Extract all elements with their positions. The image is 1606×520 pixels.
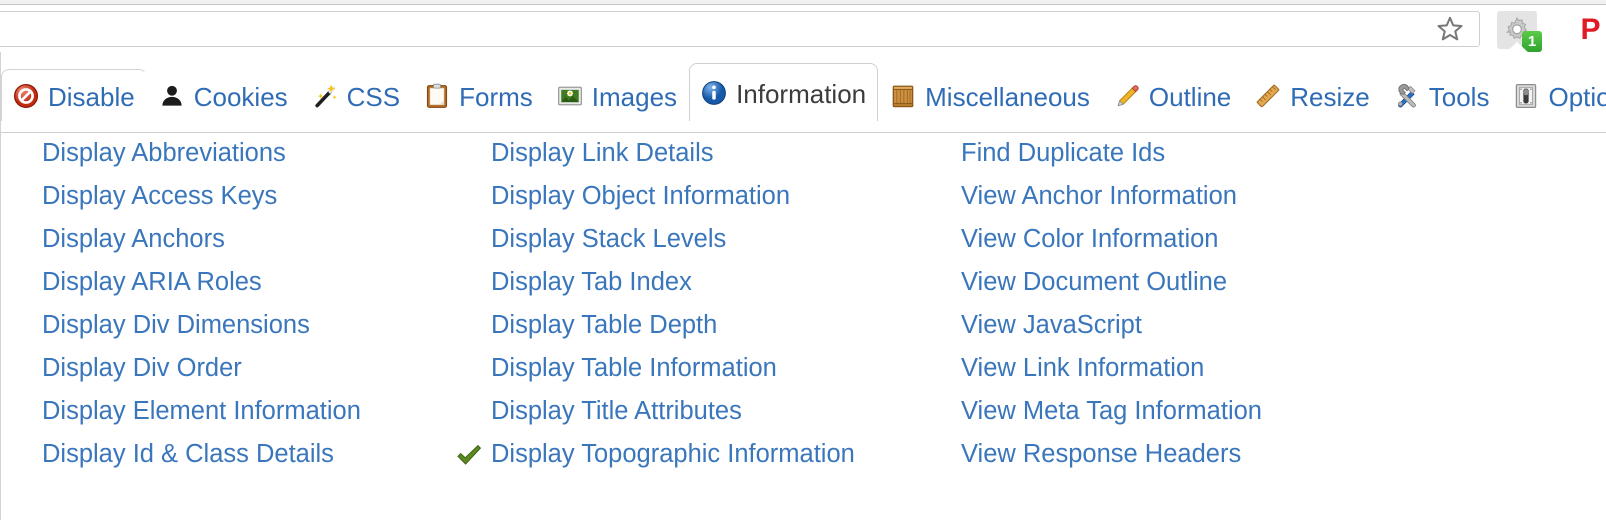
menu-item-link[interactable]: View Anchor Information <box>961 183 1237 210</box>
pdf-icon: P <box>1580 13 1600 46</box>
menu-columns: Display Abbreviations Display Access Keys… <box>1 132 1606 476</box>
tab-label: CSS <box>346 81 401 112</box>
menu-item-link[interactable]: Display Anchors <box>42 226 225 253</box>
menu-item-link[interactable]: Display Stack Levels <box>491 226 726 253</box>
menu-item-link[interactable]: Display Div Dimensions <box>42 312 310 339</box>
menu-column-2: Display Link Details Display Object Infor… <box>436 132 899 476</box>
menu-item-link[interactable]: Display ARIA Roles <box>42 269 262 296</box>
menu-item-link[interactable]: Display Title Attributes <box>491 398 742 425</box>
menu-item[interactable]: Display Anchors <box>42 218 436 261</box>
menu-item[interactable]: Display Element Information <box>42 390 436 433</box>
tab-miscellaneous[interactable]: Miscellaneous <box>878 69 1102 121</box>
menu-item[interactable]: Display Object Information <box>491 175 899 218</box>
menu-item-link[interactable]: Display Element Information <box>42 398 361 425</box>
crate-box-icon <box>889 82 917 110</box>
menu-item-link[interactable]: Display Table Information <box>491 355 777 382</box>
menu-item-link[interactable]: Display Table Depth <box>491 312 717 339</box>
star-bookmark-icon[interactable] <box>1435 14 1465 44</box>
address-bar[interactable] <box>0 11 1480 47</box>
tab-label: Information <box>736 78 867 109</box>
tab-disable[interactable]: Disable <box>1 69 147 121</box>
menu-item[interactable]: Display Link Details <box>491 132 899 175</box>
menu-item[interactable]: Display Title Attributes <box>491 390 899 433</box>
tab-label: Resize <box>1290 81 1370 112</box>
popup-pointer-tail <box>1504 42 1530 54</box>
menu-item-link[interactable]: Display Link Details <box>491 140 714 167</box>
tab-outline[interactable]: Outline <box>1102 69 1243 121</box>
menu-item[interactable]: View Response Headers <box>961 433 1499 476</box>
menu-item-link[interactable]: View Response Headers <box>961 441 1241 468</box>
menu-column-1: Display Abbreviations Display Access Keys… <box>1 132 436 476</box>
tab-label: Forms <box>459 81 533 112</box>
menu-item-link[interactable]: View Meta Tag Information <box>961 398 1262 425</box>
tab-label: Disable <box>48 81 135 112</box>
menu-item-link[interactable]: View Color Information <box>961 226 1218 253</box>
menu-item[interactable]: Display Div Dimensions <box>42 304 436 347</box>
menu-item[interactable]: View JavaScript <box>961 304 1499 347</box>
menu-item[interactable]: Display Table Depth <box>491 304 899 347</box>
info-circle-icon <box>700 79 728 107</box>
tab-label: Tools <box>1428 81 1490 112</box>
menu-item[interactable]: Display Stack Levels <box>491 218 899 261</box>
tab-options[interactable]: Options <box>1501 69 1606 121</box>
tab-label: Outline <box>1148 81 1232 112</box>
person-icon <box>158 82 186 110</box>
browser-window: 1 P Disable Cookies CSS Forms Images Informat… <box>0 0 1606 520</box>
picture-icon <box>556 82 584 110</box>
menu-item-link[interactable]: Display Div Order <box>42 355 242 382</box>
menu-column-3: Find Duplicate Ids View Anchor Informatio… <box>899 132 1499 476</box>
browser-toolbar: 1 P <box>0 5 1606 52</box>
menu-item[interactable]: Display Tab Index <box>491 261 899 304</box>
ruler-icon <box>1254 82 1282 110</box>
menu-item[interactable]: Display Abbreviations <box>42 132 436 175</box>
menu-item[interactable]: Display Div Order <box>42 347 436 390</box>
tab-label: Miscellaneous <box>925 81 1090 112</box>
tab-list: Disable Cookies CSS Forms Images Information M… <box>1 63 1606 121</box>
check-icon <box>454 442 484 468</box>
menu-item-link[interactable]: View Document Outline <box>961 269 1227 296</box>
magic-wand-icon <box>311 82 339 110</box>
tab-resize[interactable]: Resize <box>1243 69 1381 121</box>
pdf-extension-button[interactable]: P <box>1570 11 1606 49</box>
menu-item[interactable]: Display ARIA Roles <box>42 261 436 304</box>
menu-item[interactable]: View Link Information <box>961 347 1499 390</box>
menu-item[interactable]: View Meta Tag Information <box>961 390 1499 433</box>
menu-item-link[interactable]: Display Topographic Information <box>491 441 855 468</box>
pencil-icon <box>1113 82 1141 110</box>
menu-item-link[interactable]: Find Duplicate Ids <box>961 140 1165 167</box>
tab-label: Cookies <box>193 81 288 112</box>
menu-item[interactable]: View Anchor Information <box>961 175 1499 218</box>
menu-item[interactable]: Display Access Keys <box>42 175 436 218</box>
popup-tab-bar: Disable Cookies CSS Forms Images Information M… <box>0 63 1606 133</box>
tab-cookies[interactable]: Cookies <box>147 69 300 121</box>
menu-item-link[interactable]: Display Id & Class Details <box>42 441 334 468</box>
tab-tools[interactable]: Tools <box>1382 69 1502 121</box>
tab-forms[interactable]: Forms <box>412 69 545 121</box>
menu-item[interactable]: View Document Outline <box>961 261 1499 304</box>
menu-item-link[interactable]: View JavaScript <box>961 312 1142 339</box>
menu-item-link[interactable]: Display Abbreviations <box>42 140 286 167</box>
menu-item[interactable]: Display Topographic Information <box>457 433 899 476</box>
tab-label: Images <box>591 81 678 112</box>
menu-item-link[interactable]: Display Access Keys <box>42 183 277 210</box>
toggle-switch-icon <box>1512 82 1540 110</box>
tab-css[interactable]: CSS <box>300 69 412 121</box>
menu-item[interactable]: Find Duplicate Ids <box>961 132 1499 175</box>
menu-item[interactable]: Display Table Information <box>491 347 899 390</box>
menu-item-link[interactable]: View Link Information <box>961 355 1204 382</box>
wrench-screwdriver-icon <box>1393 82 1421 110</box>
tab-information[interactable]: Information <box>689 63 879 121</box>
tab-images[interactable]: Images <box>545 69 689 121</box>
clipboard-icon <box>423 82 451 110</box>
tab-label: Options <box>1548 81 1606 112</box>
menu-item-link[interactable]: Display Tab Index <box>491 269 692 296</box>
menu-item[interactable]: Display Id & Class Details <box>42 433 436 476</box>
no-entry-icon <box>12 82 40 110</box>
menu-item-link[interactable]: Display Object Information <box>491 183 790 210</box>
menu-item[interactable]: View Color Information <box>961 218 1499 261</box>
web-developer-popup-panel: Disable Cookies CSS Forms Images Information M… <box>0 52 1606 520</box>
